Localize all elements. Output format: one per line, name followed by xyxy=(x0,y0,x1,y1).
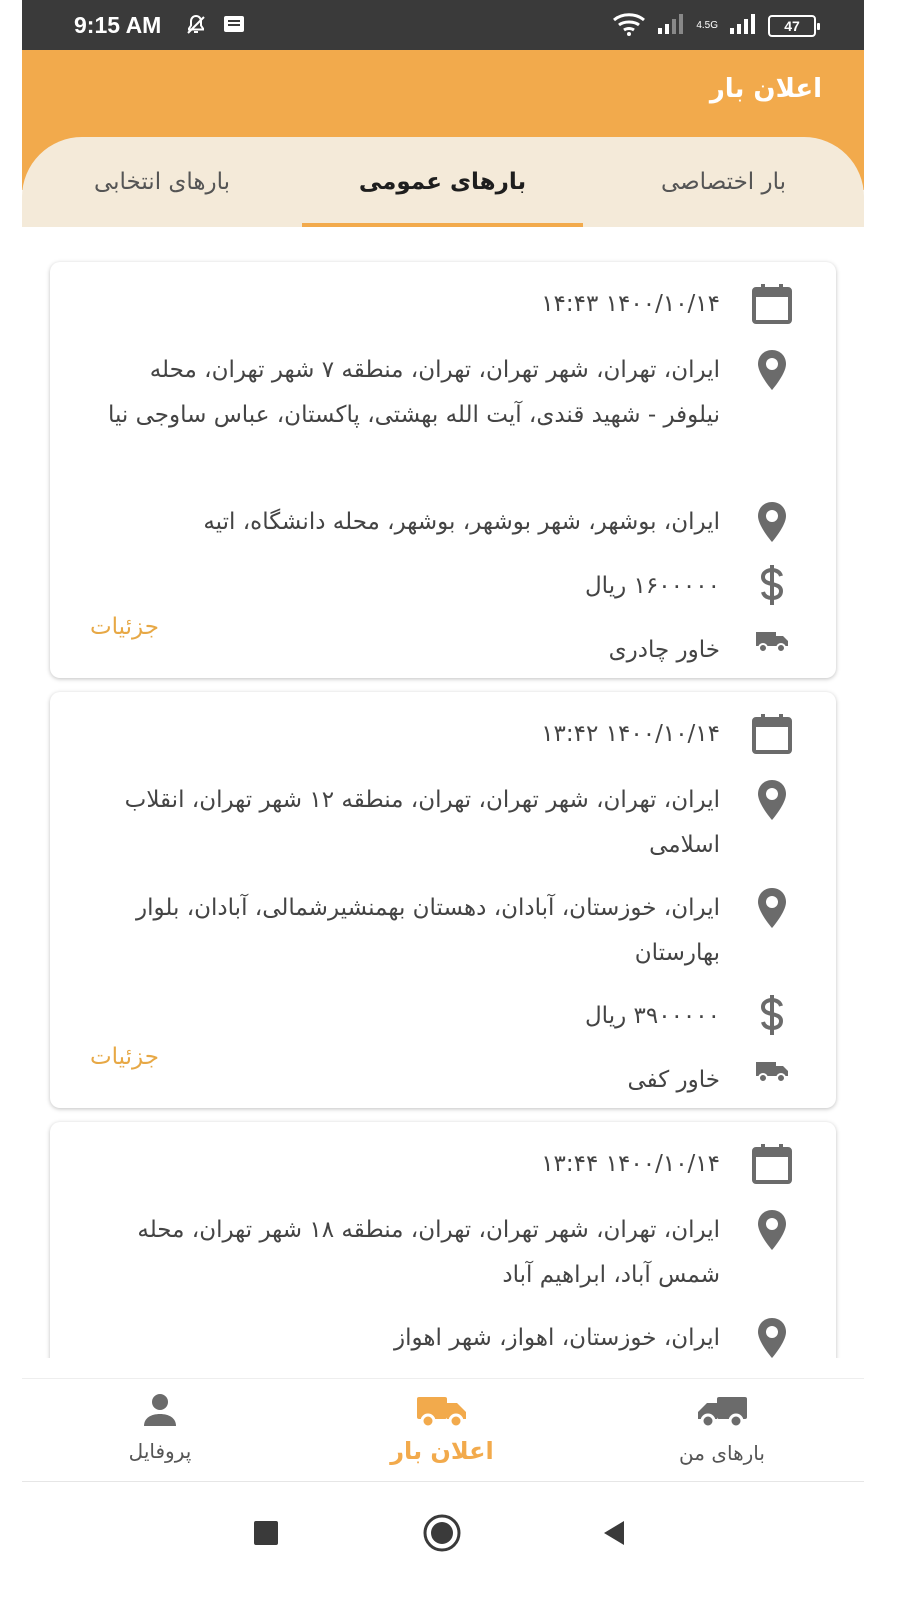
nav-my-loads-label: بارهای من xyxy=(679,1441,765,1465)
tab-exclusive-load[interactable]: بار اختصاصی xyxy=(583,137,864,227)
card-price: ۳۹۰۰۰۰۰ ریال xyxy=(584,1003,720,1029)
card-datetime: ۱۴۰۰/۱۰/۱۴ ۱۳:۴۲ xyxy=(541,721,720,747)
card-origin-row: ایران، تهران، شهر تهران، تهران، منطقه ۱۸… xyxy=(96,1208,796,1298)
status-bar: 9:15 AM 4.5G 47 xyxy=(22,0,864,50)
card-origin-address: ایران، تهران، شهر تهران، تهران، منطقه ۱۲… xyxy=(124,787,720,858)
active-tab-indicator xyxy=(302,223,583,227)
details-link[interactable]: جزئیات xyxy=(90,1044,159,1070)
details-link[interactable]: جزئیات xyxy=(90,614,159,640)
nav-post-load-label: اعلان بار xyxy=(390,1437,494,1465)
card-datetime: ۱۴۰۰/۱۰/۱۴ ۱۳:۴۴ xyxy=(541,1151,720,1177)
load-card[interactable]: ۱۴۰۰/۱۰/۱۴ ۱۴:۴۳ ایران، تهران، شهر تهران… xyxy=(50,262,836,678)
nav-my-loads[interactable]: بارهای من xyxy=(622,1379,822,1483)
card-vehicle-row: خاور کفی xyxy=(627,1058,796,1103)
calendar-icon xyxy=(748,1142,796,1186)
location-pin-icon xyxy=(748,886,796,930)
card-origin-row: ایران، تهران، شهر تهران، تهران، منطقه ۷ … xyxy=(96,348,796,438)
truck-icon xyxy=(748,628,796,654)
card-destination-row: ایران، خوزستان، آبادان، دهستان بهمنشیرشم… xyxy=(96,886,796,976)
calendar-icon xyxy=(748,282,796,326)
bottom-nav: پروفایل اعلان بار بارهای من xyxy=(22,1378,864,1482)
card-price: ۱۶۰۰۰۰۰ ریال xyxy=(584,573,720,599)
card-destination-row: ایران، خوزستان، اهواز، شهر اهواز xyxy=(394,1316,796,1358)
truck-icon xyxy=(696,1393,748,1433)
tab-public-loads[interactable]: بارهای عمومی xyxy=(302,137,583,227)
card-vehicle-type: خاور کفی xyxy=(627,1067,720,1093)
card-origin-address: ایران، تهران، شهر تهران، تهران، منطقه ۷ … xyxy=(107,357,720,428)
location-pin-icon xyxy=(748,778,796,822)
card-date-row: ۱۴۰۰/۱۰/۱۴ ۱۴:۴۳ xyxy=(541,282,796,327)
card-date-row: ۱۴۰۰/۱۰/۱۴ ۱۳:۴۲ xyxy=(541,712,796,757)
nav-profile-label: پروفایل xyxy=(128,1439,192,1463)
tab-bar: بارهای انتخابی بارهای عمومی بار اختصاصی xyxy=(22,137,864,227)
card-origin-row: ایران، تهران، شهر تهران، تهران، منطقه ۱۲… xyxy=(96,778,796,868)
load-list[interactable]: ۱۴۰۰/۱۰/۱۴ ۱۴:۴۳ ایران، تهران، شهر تهران… xyxy=(22,228,864,1358)
currency-icon xyxy=(748,994,796,1036)
truck-icon xyxy=(416,1393,468,1433)
location-pin-icon xyxy=(748,1208,796,1252)
card-origin-address: ایران، تهران، شهر تهران، تهران، منطقه ۱۸… xyxy=(137,1217,720,1288)
circle-icon xyxy=(422,1513,462,1557)
truck-icon xyxy=(748,1058,796,1084)
calendar-icon xyxy=(748,712,796,756)
recents-button[interactable] xyxy=(236,1505,296,1565)
back-button[interactable] xyxy=(584,1505,644,1565)
card-vehicle-type: خاور چادری xyxy=(608,637,720,663)
card-destination-address: ایران، خوزستان، آبادان، دهستان بهمنشیرشم… xyxy=(136,895,720,966)
phone-screen: 9:15 AM 4.5G 47 اعلان بار بارهای انتخابی… xyxy=(22,0,864,1600)
battery-icon: 47 xyxy=(768,15,820,37)
load-card[interactable]: ۱۴۰۰/۱۰/۱۴ ۱۳:۴۴ ایران، تهران، شهر تهران… xyxy=(50,1122,836,1358)
system-navigation-bar xyxy=(22,1483,864,1600)
card-destination-address: ایران، خوزستان، اهواز، شهر اهواز xyxy=(394,1325,720,1351)
currency-icon xyxy=(748,564,796,606)
card-date-row: ۱۴۰۰/۱۰/۱۴ ۱۳:۴۴ xyxy=(541,1142,796,1187)
card-price-row: ۳۹۰۰۰۰۰ ریال xyxy=(585,994,796,1039)
network-type-label: 4.5G xyxy=(696,20,718,31)
signal-icon-2 xyxy=(728,13,758,39)
card-destination-row: ایران، بوشهر، شهر بوشهر، بوشهر، محله دان… xyxy=(203,500,796,545)
notifications-muted-icon xyxy=(184,13,208,41)
card-vehicle-row: خاور چادری xyxy=(609,628,796,673)
person-icon xyxy=(141,1393,179,1431)
status-time: 9:15 AM xyxy=(74,12,162,38)
message-icon xyxy=(222,14,246,40)
nav-profile[interactable]: پروفایل xyxy=(60,1379,260,1483)
home-button[interactable] xyxy=(412,1505,472,1565)
location-pin-icon xyxy=(748,500,796,544)
nav-post-load[interactable]: اعلان بار xyxy=(342,1379,542,1483)
card-price-row: ۱۶۰۰۰۰۰ ریال xyxy=(585,564,796,609)
page-title: اعلان بار xyxy=(709,74,822,104)
square-icon xyxy=(253,1520,279,1550)
card-datetime: ۱۴۰۰/۱۰/۱۴ ۱۴:۴۳ xyxy=(541,291,720,317)
card-destination-address: ایران، بوشهر، شهر بوشهر، بوشهر، محله دان… xyxy=(203,509,720,535)
location-pin-icon xyxy=(748,1316,796,1358)
location-pin-icon xyxy=(748,348,796,392)
tab-selected-loads[interactable]: بارهای انتخابی xyxy=(22,137,302,227)
load-card[interactable]: ۱۴۰۰/۱۰/۱۴ ۱۳:۴۲ ایران، تهران، شهر تهران… xyxy=(50,692,836,1108)
back-triangle-icon xyxy=(600,1519,628,1551)
wifi-icon xyxy=(612,12,646,40)
signal-icon xyxy=(656,13,686,39)
